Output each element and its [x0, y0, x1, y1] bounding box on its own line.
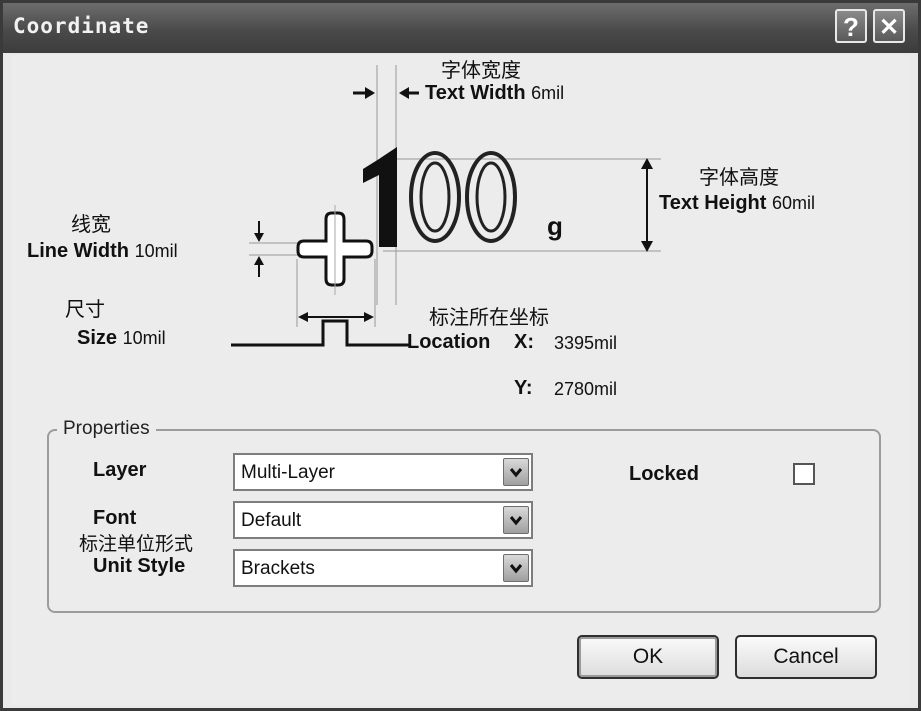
- locked-label: Locked: [629, 463, 700, 485]
- sample-text-value: 100: [351, 141, 352, 142]
- location-y-label: Y:: [514, 377, 533, 400]
- sample-digits-graphic: [363, 147, 517, 247]
- text-height-cn-label: 字体高度: [699, 167, 779, 189]
- coordinate-dialog: Coordinate ? ✕ g 字体宽度 Text Width 6mil 字体…: [0, 0, 921, 711]
- line-width-value: 10mil: [134, 241, 178, 261]
- size-label: Size 10mil: [77, 327, 166, 350]
- location-x-label: X:: [514, 331, 534, 354]
- text-width-value: 6mil: [531, 83, 565, 103]
- size-title: Size: [77, 327, 118, 349]
- coordinate-diagram: 100 g 字体宽度 Text Width 6mil 字体高度 Text Hei…: [11, 55, 910, 420]
- chevron-down-icon: [509, 564, 523, 574]
- title-bar[interactable]: Coordinate ? ✕: [3, 3, 918, 53]
- properties-group: Properties Layer Multi-Layer Font Defaul…: [47, 418, 881, 613]
- sample-unit: g: [547, 211, 563, 241]
- chevron-down-icon: [509, 468, 523, 478]
- sample-text: 100 g: [351, 141, 571, 261]
- location-cn-label: 标注所在坐标: [429, 307, 549, 329]
- chevron-down-icon: [509, 516, 523, 526]
- locked-checkbox[interactable]: [793, 463, 815, 485]
- help-button[interactable]: ?: [835, 9, 867, 43]
- font-select-value: Default: [241, 510, 302, 531]
- layer-dropdown-button[interactable]: [503, 458, 529, 486]
- size-cn-label: 尺寸: [65, 299, 105, 321]
- location-y-title: Y:: [514, 377, 533, 399]
- location-title: Location: [407, 331, 491, 353]
- line-width-cn-label: 线宽: [71, 214, 111, 236]
- font-label: Font: [93, 507, 137, 529]
- dialog-title: Coordinate: [13, 14, 150, 38]
- text-height-label: Text Height 60mil: [659, 192, 815, 215]
- text-width-cn-label: 字体宽度: [441, 60, 521, 82]
- unit-style-cn-label: 标注单位形式: [79, 534, 194, 555]
- unit-style-select[interactable]: Brackets: [233, 549, 533, 587]
- layer-select-value: Multi-Layer: [241, 462, 335, 483]
- line-width-label: Line Width 10mil: [27, 240, 178, 263]
- close-button[interactable]: ✕: [873, 9, 905, 43]
- location-x-title: X:: [514, 331, 534, 353]
- font-dropdown-button[interactable]: [503, 506, 529, 534]
- dialog-body: 100 g 字体宽度 Text Width 6mil 字体高度 Text Hei…: [11, 55, 910, 705]
- text-width-title: Text Width: [425, 82, 526, 104]
- ok-button[interactable]: OK: [577, 635, 719, 679]
- text-height-title: Text Height: [659, 192, 767, 214]
- text-width-label: Text Width 6mil: [425, 82, 564, 105]
- font-select[interactable]: Default: [233, 501, 533, 539]
- line-width-title: Line Width: [27, 240, 130, 262]
- location-x-value: 3395mil: [554, 333, 618, 353]
- layer-label: Layer: [93, 459, 147, 481]
- layer-select[interactable]: Multi-Layer: [233, 453, 533, 491]
- unit-style-label: Unit Style: [93, 555, 186, 577]
- unit-style-select-value: Brackets: [241, 558, 315, 579]
- size-value: 10mil: [122, 328, 166, 348]
- properties-legend: Properties: [57, 418, 156, 440]
- location-y-value: 2780mil: [554, 379, 618, 399]
- location-label: Location: [407, 331, 490, 354]
- unit-style-dropdown-button[interactable]: [503, 554, 529, 582]
- text-height-value: 60mil: [771, 193, 815, 213]
- cancel-button[interactable]: Cancel: [735, 635, 877, 679]
